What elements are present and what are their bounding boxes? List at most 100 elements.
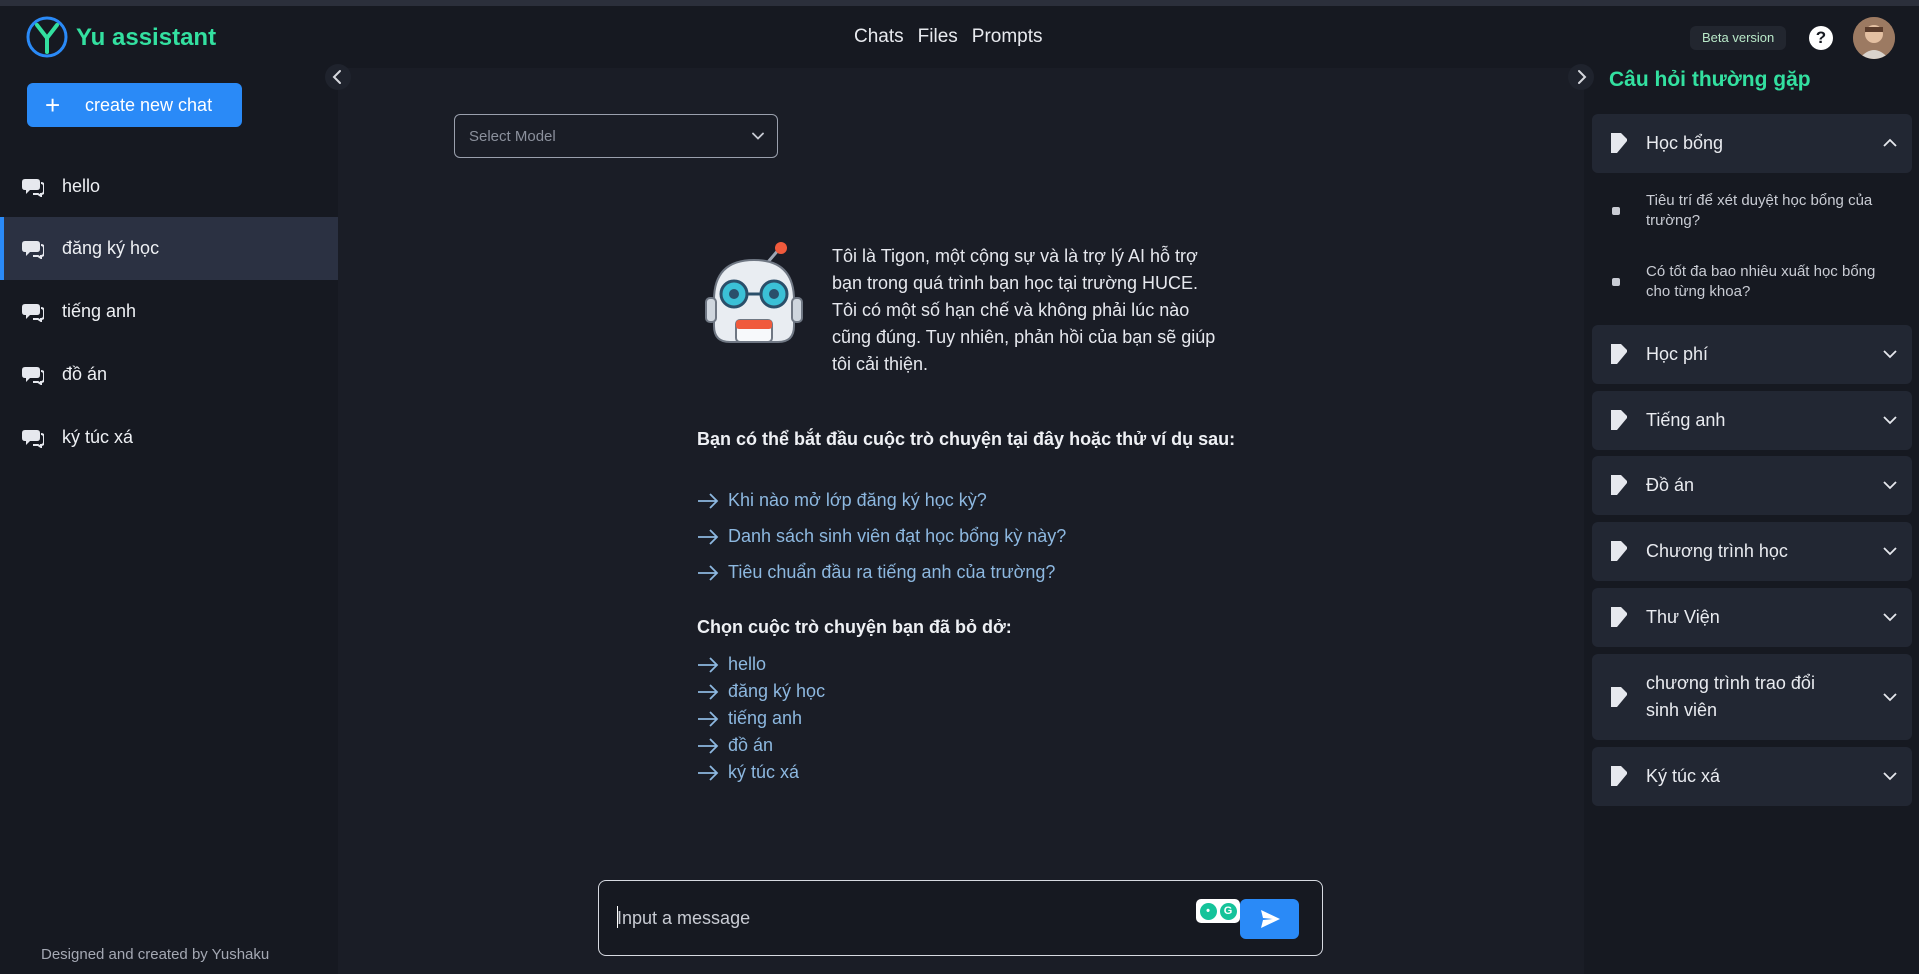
model-select[interactable]: Select Model: [454, 114, 778, 158]
faq-item-trao-doi-sinh-vien[interactable]: chương trình trao đổi sinh viên: [1592, 654, 1912, 740]
chevron-right-icon: [1578, 70, 1587, 84]
chat-bubble-icon: [22, 429, 44, 448]
assistant-intro: Tôi là Tigon, một cộng sự và là trợ lý A…: [832, 246, 1216, 374]
arrow-right-icon: [698, 737, 719, 754]
suggestion-text: Danh sách sinh viên đạt học bổng kỳ này?: [728, 526, 1067, 546]
sidebar-chat-label: đăng ký học: [62, 238, 160, 258]
faq-item-label: Đồ án: [1646, 475, 1695, 495]
faq-question[interactable]: Có tốt đa bao nhiêu xuất học bổng cho từ…: [1646, 262, 1886, 302]
recent-chat-text: tiếng anh: [728, 708, 803, 728]
sidebar-chat-tieng-anh[interactable]: tiếng anh: [0, 280, 338, 343]
arrow-right-icon: [698, 656, 719, 673]
chevron-down-icon: [1883, 693, 1897, 702]
sidebar-chat-dang-ky-hoc[interactable]: đăng ký học: [0, 217, 338, 280]
recent-chat-text: ký túc xá: [728, 762, 800, 782]
chevron-down-icon: [1883, 481, 1897, 490]
recent-chat-text: hello: [728, 654, 767, 674]
document-icon: [1611, 766, 1627, 786]
bulb-icon: •: [1199, 902, 1217, 920]
faq-item-tieng-anh[interactable]: Tiếng anh: [1592, 391, 1912, 450]
arrow-right-icon: [698, 492, 719, 509]
chevron-down-icon: [1883, 350, 1897, 359]
arrow-right-icon: [698, 764, 719, 781]
plus-icon: +: [45, 90, 61, 120]
recent-chat-link[interactable]: đăng ký học: [697, 681, 825, 702]
yu-logo-icon[interactable]: [26, 16, 68, 58]
suggestion-link[interactable]: Danh sách sinh viên đạt học bổng kỳ này?: [697, 526, 1066, 547]
faq-item-label: Ký túc xá: [1646, 766, 1721, 786]
faq-item-label: Chương trình học: [1646, 541, 1788, 561]
recent-chat-link[interactable]: hello: [697, 654, 766, 675]
document-icon: [1611, 133, 1627, 153]
send-icon: [1261, 910, 1280, 928]
nav-files[interactable]: Files: [918, 26, 958, 48]
collapse-right-panel-button[interactable]: [1568, 64, 1594, 90]
text-caret: [617, 906, 618, 928]
suggestion-text: Khi nào mở lớp đăng ký học kỳ?: [728, 490, 987, 510]
sidebar-chat-ky-tuc-xa[interactable]: ký túc xá: [0, 406, 338, 469]
faq-question[interactable]: Tiêu trí để xét duyệt học bổng của trườn…: [1646, 191, 1886, 231]
chevron-down-icon: [1883, 613, 1897, 622]
faq-item-thu-vien[interactable]: Thư Viện: [1592, 588, 1912, 647]
bullet-icon: [1612, 278, 1620, 286]
sidebar-chat-label: tiếng anh: [62, 301, 137, 321]
sidebar-footer: Designed and created by Yushaku: [41, 946, 270, 963]
chat-bubble-icon: [22, 303, 44, 322]
sidebar-chat-do-an[interactable]: đồ án: [0, 343, 338, 406]
recent-chat-text: đăng ký học: [728, 681, 826, 701]
arrow-right-icon: [698, 528, 719, 545]
message-input[interactable]: Input a message • G: [598, 880, 1323, 956]
nav-prompts[interactable]: Prompts: [972, 26, 1043, 48]
create-new-chat-button[interactable]: + create new chat: [27, 83, 242, 127]
top-header: Yu assistant Chats Files Prompts Beta ve…: [0, 6, 1919, 68]
collapse-left-sidebar-button[interactable]: [325, 64, 351, 90]
faq-item-do-an[interactable]: Đồ án: [1592, 456, 1912, 515]
faq-item-label: Học bổng: [1646, 133, 1724, 153]
faq-item-hoc-bong[interactable]: Học bổng: [1592, 114, 1912, 173]
send-button[interactable]: [1240, 899, 1299, 939]
suggestion-link[interactable]: Tiêu chuẩn đầu ra tiếng anh của trường?: [697, 562, 1055, 583]
document-icon: [1611, 410, 1627, 430]
faq-item-hoc-phi[interactable]: Học phí: [1592, 325, 1912, 384]
chevron-up-icon: [1883, 138, 1897, 147]
faq-item-ky-tuc-xa[interactable]: Ký túc xá: [1592, 747, 1912, 806]
recent-chat-link[interactable]: ký túc xá: [697, 762, 799, 783]
faq-title: Câu hỏi thường gặp: [1609, 68, 1811, 91]
sidebar-chat-label: hello: [62, 176, 101, 196]
faq-item-label: chương trình trao đổi sinh viên: [1646, 673, 1815, 720]
help-icon[interactable]: ?: [1809, 26, 1833, 50]
faq-item-chuong-trinh-hoc[interactable]: Chương trình học: [1592, 522, 1912, 581]
arrow-right-icon: [698, 683, 719, 700]
suggestion-text: Tiêu chuẩn đầu ra tiếng anh của trường?: [728, 562, 1056, 582]
sidebar-chat-hello[interactable]: hello: [0, 155, 338, 218]
recent-chat-text: đồ án: [728, 735, 774, 755]
grammarly-widget[interactable]: • G: [1196, 899, 1240, 923]
top-nav: Chats Files Prompts: [854, 26, 1043, 48]
grammarly-icon: G: [1219, 902, 1237, 920]
chevron-down-icon: [752, 132, 764, 140]
chevron-down-icon: [1883, 547, 1897, 556]
model-select-placeholder: Select Model: [469, 128, 556, 145]
chevron-left-icon: [332, 70, 341, 84]
document-icon: [1611, 475, 1627, 495]
chat-sidebar: + create new chat hello đăng ký học tiến…: [0, 68, 338, 974]
user-avatar[interactable]: [1853, 17, 1895, 59]
document-icon: [1611, 541, 1627, 561]
recent-chat-link[interactable]: tiếng anh: [697, 708, 802, 729]
beta-badge: Beta version: [1690, 26, 1787, 50]
robot-mascot-icon: [705, 242, 803, 343]
recent-chat-link[interactable]: đồ án: [697, 735, 773, 756]
suggestion-heading: Bạn có thể bắt đầu cuộc trò chuyện tại đ…: [697, 429, 1236, 449]
suggestion-link[interactable]: Khi nào mở lớp đăng ký học kỳ?: [697, 490, 987, 511]
document-icon: [1611, 607, 1627, 627]
chevron-down-icon: [1883, 772, 1897, 781]
brand-name[interactable]: Yu assistant: [76, 24, 216, 52]
chat-bubble-icon: [22, 366, 44, 385]
document-icon: [1611, 687, 1627, 707]
bullet-icon: [1612, 207, 1620, 215]
chat-bubble-icon: [22, 240, 44, 259]
nav-chats[interactable]: Chats: [854, 26, 904, 48]
sidebar-chat-label: đồ án: [62, 364, 108, 384]
recent-heading: Chọn cuộc trò chuyện bạn đã bỏ dở:: [697, 617, 1012, 637]
chat-bubble-icon: [22, 178, 44, 197]
